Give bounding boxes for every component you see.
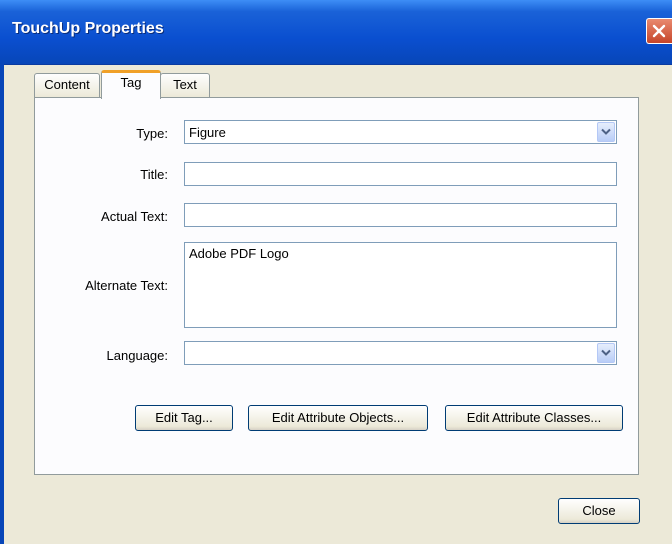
chevron-down-icon [601,128,611,135]
chevron-down-icon [601,349,611,356]
type-value: Figure [189,125,226,140]
type-label: Type: [136,126,168,141]
alternate-text-label: Alternate Text: [85,278,168,293]
edit-tag-button[interactable]: Edit Tag... [135,405,233,431]
type-select[interactable]: Figure [184,120,617,144]
tab-content[interactable]: Content [34,73,100,97]
language-label: Language: [106,348,168,363]
close-icon [652,24,666,38]
window-frame [0,64,4,544]
actual-text-label: Actual Text: [101,209,168,224]
tab-label: Text [173,77,197,92]
title-label: Title: [140,167,168,182]
alternate-text-field[interactable]: Adobe PDF Logo [184,242,617,328]
title-bar: TouchUp Properties [0,0,672,65]
edit-attribute-classes-button[interactable]: Edit Attribute Classes... [445,405,623,431]
tab-label: Tag [120,75,142,90]
window-title: TouchUp Properties [12,20,164,37]
language-select[interactable] [184,341,617,365]
tab-text[interactable]: Text [160,73,210,97]
close-window-button[interactable] [646,18,672,44]
tab-label: Content [44,77,90,92]
edit-attribute-objects-button[interactable]: Edit Attribute Objects... [248,405,428,431]
language-dropdown-button[interactable] [597,343,615,363]
close-button[interactable]: Close [558,498,640,524]
title-field[interactable] [184,162,617,186]
tab-tag[interactable]: Tag [101,70,161,99]
actual-text-field[interactable] [184,203,617,227]
type-dropdown-button[interactable] [597,122,615,142]
